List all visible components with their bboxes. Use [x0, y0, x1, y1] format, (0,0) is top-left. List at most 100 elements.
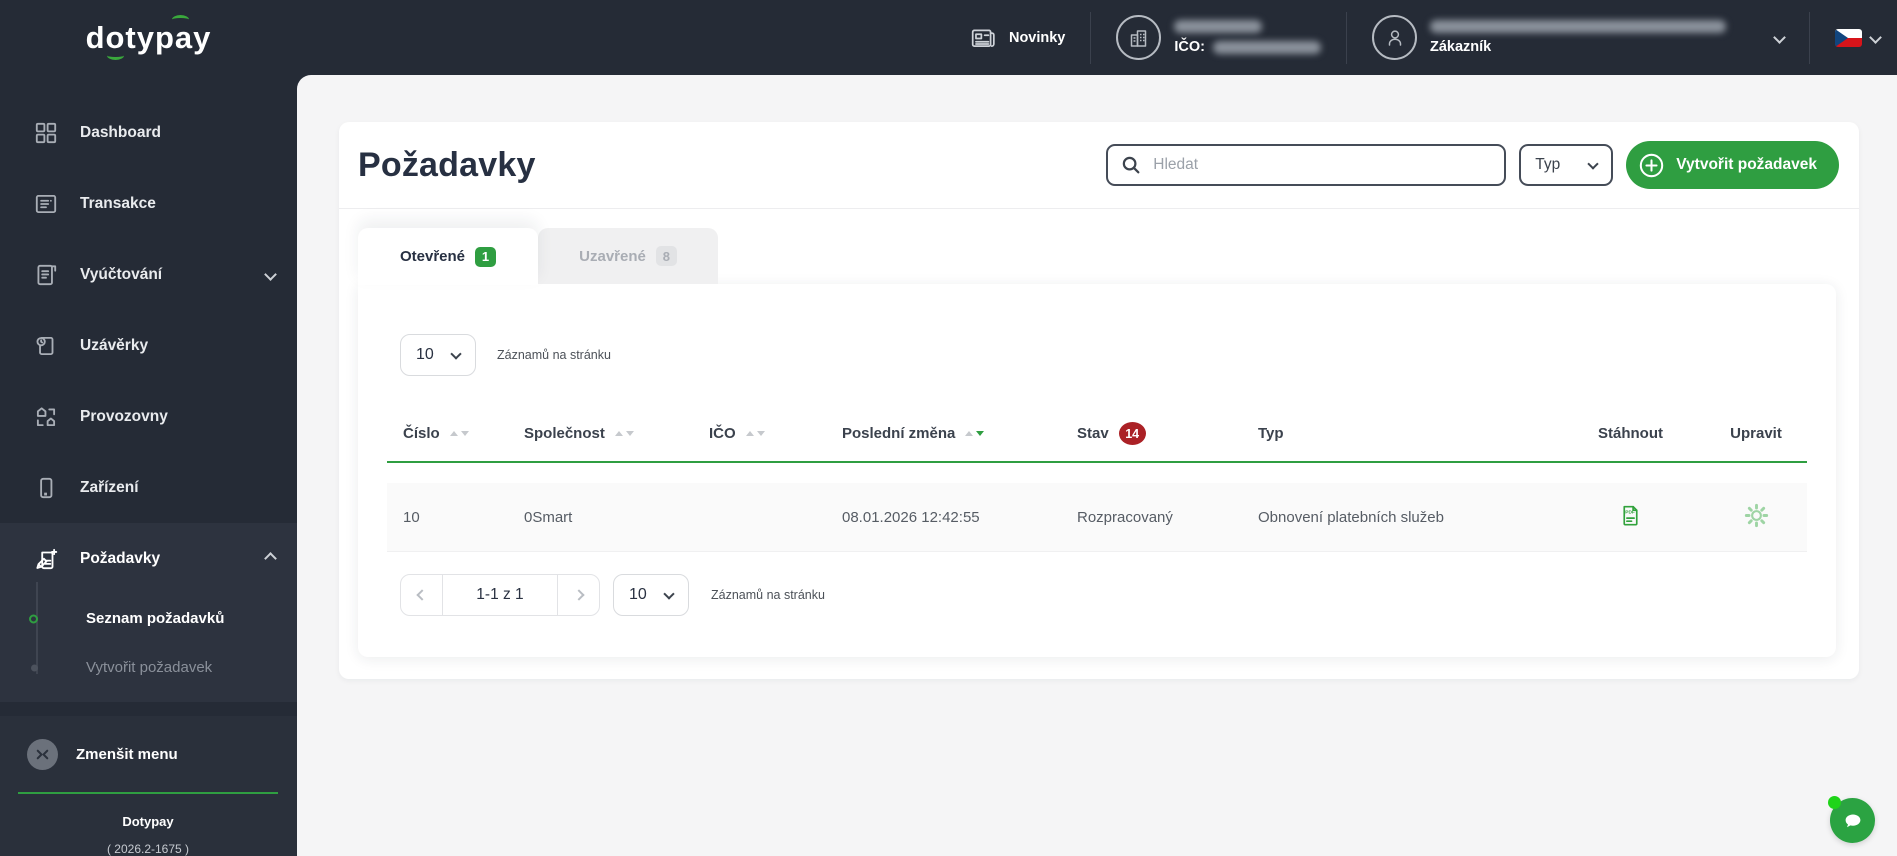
requests-panel: 10 Záznamů na stránku Číslo Společnost I… — [358, 284, 1836, 657]
customer-texts: Zákazník — [1430, 20, 1726, 55]
topbar: dotypay Novinky IČO: Zákazník — [0, 0, 1897, 75]
language-flag-icon — [1835, 28, 1862, 47]
column-header-upravit: Upravit — [1703, 425, 1809, 442]
cell-upravit — [1703, 498, 1809, 536]
tab-label: Uzavřené — [579, 247, 646, 265]
column-header-cislo[interactable]: Číslo — [387, 425, 524, 442]
tab-count-badge: 8 — [655, 246, 677, 266]
customer-icon — [1372, 15, 1417, 60]
bullet-icon — [31, 664, 38, 671]
company-switcher[interactable]: IČO: — [1116, 15, 1321, 60]
pagination-range: 1-1 z 1 — [442, 575, 558, 615]
column-label: Poslední změna — [842, 425, 956, 442]
column-label: Typ — [1258, 425, 1284, 442]
locations-icon — [33, 404, 59, 430]
chevron-down-icon — [264, 268, 277, 281]
redacted-company-ico — [1213, 40, 1321, 54]
per-page-label: Záznamů na stránku — [497, 348, 611, 362]
download-pdf-button[interactable]: PDF — [1614, 499, 1647, 535]
sidebar-item-provozovny[interactable]: Provozovny — [0, 381, 297, 452]
topbar-divider — [1346, 11, 1347, 64]
column-label: Číslo — [403, 425, 440, 442]
logo-area: dotypay — [0, 14, 297, 60]
customer-role-label: Zákazník — [1430, 39, 1492, 55]
footer-version: ( 2026.2-1675 ) — [106, 842, 190, 856]
previous-page-button[interactable] — [401, 575, 442, 615]
column-header-spolecnost[interactable]: Společnost — [524, 425, 709, 442]
sidebar: Dashboard Transakce Vyúčtování Uzávěrky … — [0, 75, 297, 856]
chevron-down-icon — [1587, 157, 1599, 170]
column-label: Společnost — [524, 425, 605, 442]
card-header: Požadavky Typ — [339, 122, 1859, 209]
news-label: Novinky — [1008, 29, 1066, 46]
search-icon — [1120, 154, 1142, 176]
sort-icons — [745, 431, 765, 436]
sidebar-item-label: Zařízení — [80, 478, 139, 496]
sidebar-item-pozadavky[interactable]: Požadavky — [0, 523, 297, 594]
type-filter-select[interactable]: Typ — [1519, 144, 1614, 186]
footer-brand-name: Dotypay — [122, 814, 174, 829]
column-header-posledni-zmena[interactable]: Poslední změna — [842, 425, 1077, 442]
sidebar-item-zarizeni[interactable]: Zařízení — [0, 452, 297, 523]
sidebar-footer: Dotypay ( 2026.2-1675 ) — [18, 792, 278, 856]
active-bullet-icon — [29, 614, 38, 623]
customer-menu[interactable]: Zákazník — [1372, 15, 1786, 60]
news-link[interactable]: Novinky — [969, 24, 1065, 52]
chat-online-dot — [1828, 796, 1841, 809]
brand-logo[interactable]: dotypay — [86, 14, 212, 60]
pager: 1-1 z 1 — [400, 574, 600, 616]
column-header-stav: Stav 14 — [1077, 422, 1258, 445]
collapse-menu-icon — [27, 738, 58, 770]
sidebar-item-vyuctovani[interactable]: Vyúčtování — [0, 239, 297, 310]
column-label: IČO — [709, 425, 736, 442]
tab-label: Otevřené — [399, 248, 466, 265]
sort-icons — [449, 431, 469, 436]
chat-icon — [1841, 809, 1865, 833]
tabs: Otevřené 1 Uzavřené 8 — [339, 228, 1859, 285]
tab-uzavrene[interactable]: Uzavřené 8 — [538, 228, 718, 284]
sidebar-subitem-label: Vytvořit požadavek — [86, 659, 213, 676]
sidebar-item-uzaverky[interactable]: Uzávěrky — [0, 310, 297, 381]
news-icon — [969, 24, 997, 52]
cell-stav: Rozpracovaný — [1077, 508, 1173, 526]
cell-posledni-zmena: 08.01.2026 12:42:55 — [842, 508, 980, 526]
company-ico-label: IČO: — [1174, 39, 1205, 55]
edit-gear-button[interactable] — [1739, 498, 1774, 536]
svg-text:PDF: PDF — [1625, 510, 1635, 516]
chevron-down-icon — [663, 587, 675, 600]
billing-icon — [33, 262, 59, 288]
table-row: 10 0Smart 08.01.2026 12:42:55 Rozpracova… — [387, 483, 1807, 552]
language-chevron-down-icon — [1869, 31, 1882, 44]
sidebar-item-transakce[interactable]: Transakce — [0, 168, 297, 239]
search-input[interactable] — [1151, 155, 1493, 175]
sidebar-item-dashboard[interactable]: Dashboard — [0, 97, 297, 168]
sort-icons — [614, 431, 634, 436]
chevron-right-icon — [572, 589, 585, 601]
per-page-select-bottom[interactable]: 10 — [613, 574, 689, 616]
next-page-button[interactable] — [558, 575, 599, 615]
column-label: Stav — [1077, 425, 1109, 442]
collapse-menu-button[interactable]: Zmenšit menu — [0, 730, 297, 778]
transactions-icon — [33, 191, 59, 217]
column-header-ico[interactable]: IČO — [709, 425, 842, 442]
logo-arc-under-icon — [106, 51, 124, 60]
per-page-select[interactable]: 10 — [400, 334, 476, 376]
chat-button[interactable] — [1828, 796, 1875, 843]
sidebar-subitem-seznam-pozadavku[interactable]: Seznam požadavků — [0, 594, 297, 643]
topbar-right: Novinky IČO: Zákazník — [297, 11, 1897, 64]
sidebar-subitem-vytvorit-pozadavek[interactable]: Vytvořit požadavek — [0, 643, 297, 692]
language-selector[interactable] — [1835, 28, 1882, 47]
cell-cislo: 10 — [403, 508, 420, 526]
chevron-left-icon — [415, 589, 428, 601]
sidebar-item-label: Vyúčtování — [80, 265, 163, 283]
sidebar-item-label: Uzávěrky — [80, 336, 149, 354]
cell-spolecnost: 0Smart — [524, 508, 573, 526]
pagination: 1-1 z 1 10 Záznamů na stránku — [400, 574, 1807, 616]
topbar-divider — [1809, 11, 1810, 64]
cell-stahnout: PDF — [1558, 499, 1703, 535]
tab-count-badge: 1 — [475, 246, 497, 267]
tab-otevrene[interactable]: Otevřené 1 — [358, 228, 538, 285]
create-request-button[interactable]: Vytvořit požadavek — [1626, 141, 1839, 189]
column-header-typ: Typ — [1258, 425, 1558, 442]
collapse-menu-label: Zmenšit menu — [76, 745, 178, 763]
